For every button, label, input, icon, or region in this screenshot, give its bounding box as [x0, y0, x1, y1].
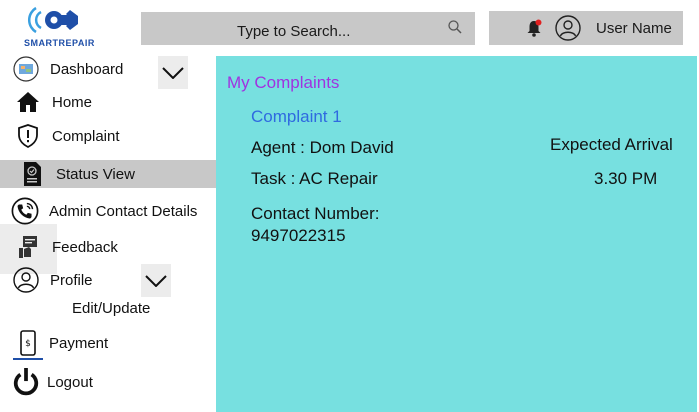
- user-bar: User Name: [489, 11, 683, 45]
- sidebar-item-dashboard[interactable]: Dashboard: [12, 56, 123, 82]
- sidebar-item-label: Admin Contact Details: [49, 202, 198, 220]
- user-name[interactable]: User Name: [596, 20, 672, 37]
- contact-label: Contact Number:: [251, 204, 380, 223]
- complaint-heading[interactable]: Complaint 1: [251, 107, 342, 127]
- sidebar-item-label: Profile: [50, 271, 93, 289]
- chevron-down-icon: [162, 66, 184, 79]
- sidebar-item-payment[interactable]: $ Payment: [14, 330, 108, 356]
- sidebar-item-home[interactable]: Home: [14, 89, 92, 115]
- phone-icon: [11, 197, 39, 225]
- sidebar-item-profile[interactable]: Profile: [12, 267, 93, 293]
- smartrepair-logo[interactable]: SMARTREPAIR: [10, 2, 100, 48]
- search-icon[interactable]: [447, 19, 463, 35]
- feedback-icon: [14, 234, 42, 260]
- contact-number: 9497022315: [251, 226, 346, 245]
- svg-text:$: $: [25, 339, 31, 349]
- document-icon: [18, 161, 46, 187]
- sidebar-item-label: Dashboard: [50, 60, 124, 78]
- logo-wrench-icon: [27, 6, 78, 34]
- bell-icon[interactable]: [525, 19, 543, 37]
- agent-name: Agent : Dom David: [251, 138, 394, 157]
- expected-arrival-time: 3.30 PM: [594, 169, 658, 188]
- sidebar-item-logout[interactable]: Logout: [12, 368, 93, 396]
- chevron-down-icon: [145, 274, 167, 287]
- search-bar[interactable]: Type to Search...: [141, 12, 475, 45]
- user-avatar-icon[interactable]: [555, 15, 581, 41]
- profile-expand-button[interactable]: [141, 264, 171, 297]
- dashboard-icon: [12, 56, 40, 82]
- sidebar-item-label: Logout: [47, 373, 93, 391]
- dashboard-expand-button[interactable]: [158, 56, 188, 89]
- sidebar-item-complaint[interactable]: Complaint: [14, 123, 120, 149]
- sidebar-item-label: Feedback: [52, 238, 118, 256]
- sidebar: Dashboard Home Complaint Status View Adm…: [0, 56, 216, 412]
- sidebar-item-label: Home: [52, 93, 93, 111]
- home-icon: [14, 89, 42, 115]
- sidebar-item-label: Complaint: [52, 127, 120, 145]
- sidebar-item-admin-contact[interactable]: Admin Contact Details: [11, 197, 198, 225]
- power-icon: [12, 368, 40, 396]
- sidebar-item-label: Payment: [49, 334, 109, 352]
- profile-icon: [12, 267, 40, 293]
- task-name: Task : AC Repair: [251, 169, 378, 188]
- search-input-placeholder[interactable]: Type to Search...: [237, 23, 350, 40]
- sidebar-subitem-edit-update[interactable]: Edit/Update: [72, 300, 150, 317]
- sidebar-item-feedback[interactable]: Feedback: [14, 234, 118, 260]
- logo-text: SMARTREPAIR: [24, 38, 95, 48]
- page-title: My Complaints: [227, 73, 340, 92]
- sidebar-item-label: Edit/Update: [72, 300, 151, 317]
- sidebar-item-label: Status View: [56, 165, 135, 183]
- payment-underline: [13, 358, 43, 360]
- payment-phone-icon: $: [14, 330, 42, 356]
- expected-arrival-label: Expected Arrival: [550, 135, 673, 154]
- shield-alert-icon: [14, 123, 42, 149]
- sidebar-item-status-view[interactable]: Status View: [18, 161, 135, 187]
- main-content: My Complaints Complaint 1 Agent : Dom Da…: [216, 56, 697, 412]
